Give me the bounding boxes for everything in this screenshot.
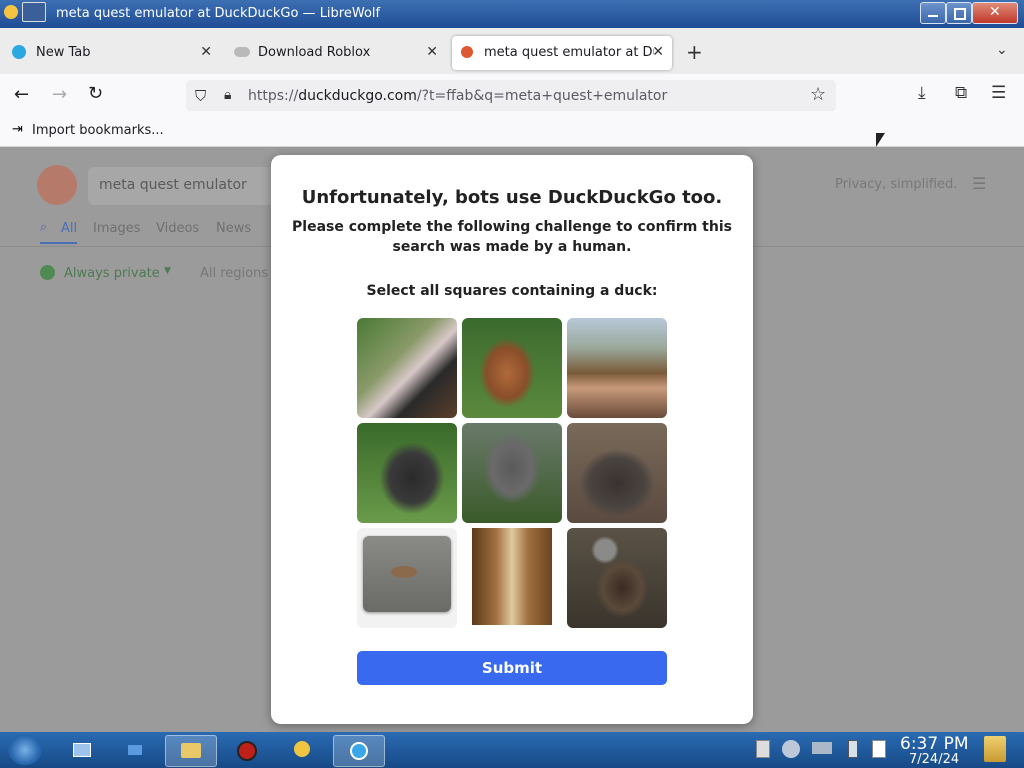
taskbar-item-librewolf[interactable] xyxy=(277,735,327,765)
tile-panda[interactable] xyxy=(357,318,457,418)
tile-gorilla[interactable] xyxy=(357,423,457,523)
tab-news[interactable]: News xyxy=(216,221,251,236)
captcha-title: Unfortunately, bots use DuckDuckGo too. xyxy=(301,187,723,208)
new-tab-button[interactable]: + xyxy=(686,40,703,64)
tab-images[interactable]: Images xyxy=(93,221,141,236)
captcha-modal: Unfortunately, bots use DuckDuckGo too. … xyxy=(271,155,753,724)
captcha-subtitle-line2: search was made by a human. xyxy=(392,239,632,255)
taskbar-item-files[interactable] xyxy=(165,735,217,767)
folder-icon xyxy=(181,743,201,758)
window-titlebar: meta quest emulator at DuckDuckGo — Libr… xyxy=(0,0,1024,28)
forward-icon[interactable]: → xyxy=(52,84,67,105)
tab-label: meta quest emulator at Du xyxy=(484,45,654,60)
menu-icon[interactable]: ☰ xyxy=(991,83,1006,103)
globe-icon[interactable] xyxy=(782,740,800,758)
tab-all-underline xyxy=(40,242,77,244)
tile-buffalo[interactable] xyxy=(567,423,667,523)
tab-list-chevron-icon[interactable]: ⌄ xyxy=(996,42,1008,58)
taskbar-item-record[interactable] xyxy=(220,735,270,765)
bookmark-star-icon[interactable]: ☆ xyxy=(810,84,826,105)
battery-icon[interactable] xyxy=(848,740,858,758)
url-text[interactable]: https://duckduckgo.com/?t=ffab&q=meta+qu… xyxy=(248,88,667,104)
reload-icon[interactable]: ↻ xyxy=(88,83,103,104)
tab-label: Download Roblox xyxy=(258,45,371,60)
import-bookmarks-link[interactable]: Import bookmarks... xyxy=(32,123,164,138)
tab-duckduckgo[interactable]: meta quest emulator at Du ✕ xyxy=(452,36,672,70)
import-icon: ⇥ xyxy=(12,122,23,137)
taskbar-item-desktop[interactable] xyxy=(56,735,106,765)
downloads-icon[interactable]: ⤓ xyxy=(918,83,926,103)
ddg-logo[interactable] xyxy=(37,165,77,205)
start-button[interactable] xyxy=(8,735,42,765)
tile-duck-on-water[interactable] xyxy=(357,528,457,628)
show-desktop-folder-icon[interactable] xyxy=(984,736,1006,762)
minimize-button[interactable] xyxy=(920,2,946,24)
close-tab-icon[interactable]: ✕ xyxy=(652,44,664,60)
cloud-icon xyxy=(234,47,250,57)
tab-all[interactable]: All xyxy=(61,221,77,236)
taskbar-item-browser[interactable] xyxy=(333,735,385,767)
shield-icon[interactable]: ⛉ xyxy=(195,87,206,105)
mouse-cursor-icon xyxy=(876,133,885,147)
window-title: meta quest emulator at DuckDuckGo — Libr… xyxy=(56,6,381,21)
tile-giraffes[interactable] xyxy=(462,528,562,628)
always-private-dropdown[interactable]: Always private xyxy=(64,266,160,281)
window-menu-icon[interactable] xyxy=(22,2,46,22)
close-button[interactable]: ✕ xyxy=(972,2,1018,24)
librewolf-icon xyxy=(4,5,18,19)
captcha-subtitle-line1: Please complete the following challenge … xyxy=(292,219,732,235)
extensions-icon[interactable]: ⧉ xyxy=(955,83,967,103)
url-bar[interactable]: ⛉ 🔒︎ https://duckduckgo.com/?t=ffab&q=me… xyxy=(186,80,836,111)
desktop-icon xyxy=(73,743,91,757)
window-icon xyxy=(128,745,142,755)
regions-dropdown[interactable]: All regions xyxy=(200,266,268,281)
record-icon xyxy=(237,741,257,761)
librewolf-icon xyxy=(294,741,310,757)
taskbar: 6:37 PM 7/24/24 xyxy=(0,732,1024,768)
compass-icon xyxy=(350,742,368,760)
bookmarks-toolbar: ⇥ Import bookmarks... xyxy=(0,118,1024,147)
network-icon[interactable] xyxy=(812,742,832,754)
chevron-down-icon: ▼ xyxy=(164,266,171,276)
librewolf-icon xyxy=(12,45,26,59)
close-tab-icon[interactable]: ✕ xyxy=(426,44,438,60)
lock-icon[interactable]: 🔒︎ xyxy=(224,87,231,103)
clock-time[interactable]: 6:37 PM xyxy=(900,734,969,754)
tile-duck-2[interactable] xyxy=(567,528,667,628)
taskbar-item-show[interactable] xyxy=(110,735,160,765)
tile-dogs[interactable] xyxy=(567,318,667,418)
tab-label: New Tab xyxy=(36,45,91,60)
privacy-label: Privacy, simplified. xyxy=(835,177,958,192)
clipboard-icon[interactable] xyxy=(756,740,770,758)
navigation-bar: ← → ↻ ⛉ 🔒︎ https://duckduckgo.com/?t=ffa… xyxy=(0,74,1024,118)
close-tab-icon[interactable]: ✕ xyxy=(200,44,212,60)
tab-download-roblox[interactable]: Download Roblox ✕ xyxy=(226,36,446,70)
maximize-button[interactable] xyxy=(946,2,972,24)
search-icon: ⌕ xyxy=(40,220,48,235)
search-input[interactable]: meta quest emulator xyxy=(88,167,288,205)
tab-bar: New Tab ✕ Download Roblox ✕ meta quest e… xyxy=(0,28,1024,74)
back-icon[interactable]: ← xyxy=(14,84,29,105)
tile-monkey[interactable] xyxy=(462,423,562,523)
clock-date[interactable]: 7/24/24 xyxy=(909,752,959,767)
check-icon xyxy=(40,265,55,280)
tile-duck[interactable] xyxy=(462,318,562,418)
document-icon[interactable] xyxy=(872,740,886,758)
submit-button[interactable]: Submit xyxy=(357,651,667,685)
captcha-instruction: Select all squares containing a duck: xyxy=(366,283,658,299)
hamburger-icon[interactable]: ☰ xyxy=(972,174,986,193)
duckduckgo-icon xyxy=(461,46,473,58)
tab-new-tab[interactable]: New Tab ✕ xyxy=(4,36,220,70)
tab-videos[interactable]: Videos xyxy=(156,221,199,236)
